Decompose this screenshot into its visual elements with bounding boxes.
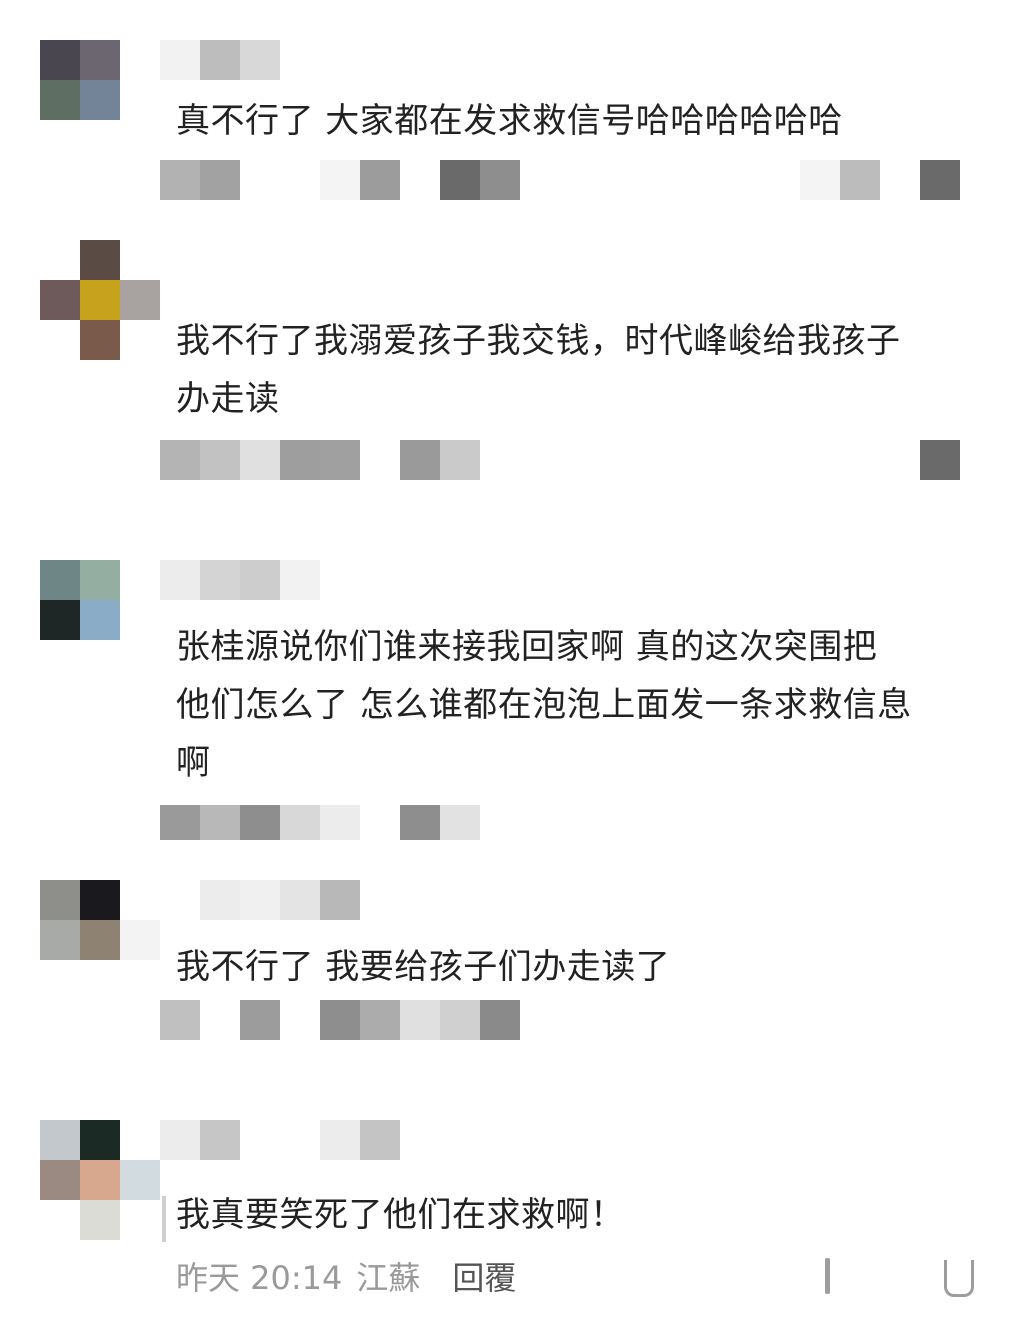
meta-pixel (240, 1000, 280, 1040)
meta-pixel (400, 1000, 440, 1040)
username-pixel (160, 40, 200, 80)
avatar-pixel (80, 320, 120, 360)
meta-pixel (480, 1000, 520, 1040)
avatar-pixel (80, 1200, 120, 1240)
avatar-pixel (120, 1160, 160, 1200)
username-pixel (160, 560, 200, 600)
username-pixel (320, 1120, 360, 1160)
username-pixel (280, 880, 320, 920)
meta-pixel (800, 160, 840, 200)
meta-pixel (440, 1000, 480, 1040)
avatar-pixel (40, 1160, 80, 1200)
username-pixel (240, 560, 280, 600)
avatar-pixel (40, 560, 80, 600)
comment-text: 我不行了我溺爱孩子我交钱，时代峰峻给我孩子 办走读 (176, 321, 901, 419)
avatar-pixel (80, 560, 120, 600)
meta-pixel (160, 805, 200, 840)
avatar-pixel (80, 1160, 120, 1200)
avatar-pixel (80, 920, 120, 960)
like-outline-icon[interactable] (940, 1256, 976, 1300)
meta-pixel (840, 160, 880, 200)
comment-text: 我不行了 我要给孩子们办走读了 (176, 947, 671, 987)
meta-pixel (400, 805, 440, 840)
username-pixel (160, 1120, 200, 1160)
avatar-pixel (80, 80, 120, 120)
avatar-pixel (80, 40, 120, 80)
avatar-pixel (40, 1120, 80, 1160)
avatar-pixel (40, 40, 80, 80)
meta-pixel (320, 160, 360, 200)
left-edge-mark (162, 1196, 166, 1242)
comment-time: 昨天 20:14 (176, 1259, 343, 1297)
meta-pixel (280, 440, 320, 480)
meta-pixel (160, 160, 200, 200)
comment-location: 江蘇 (356, 1259, 421, 1297)
meta-pixel (360, 160, 400, 200)
username-pixel (240, 40, 280, 80)
username-pixel (280, 560, 320, 600)
avatar-pixel (80, 600, 120, 640)
comment-text: 张桂源说你们谁来接我回家啊 真的这次突围把 他们怎么了 怎么谁都在泡泡上面发一条… (176, 627, 912, 783)
comment-text: 我真要笑死了他们在求救啊！ (176, 1195, 625, 1235)
meta-pixel (480, 160, 520, 200)
meta-pixel (160, 440, 200, 480)
meta-pixel (920, 160, 960, 200)
username-pixel (200, 1120, 240, 1160)
avatar-pixel (80, 1120, 120, 1160)
username-pixel (240, 880, 280, 920)
meta-pixel (320, 440, 360, 480)
username-pixel (200, 560, 240, 600)
username-pixel (320, 880, 360, 920)
meta-pixel (320, 805, 360, 840)
reply-button[interactable]: 回覆 (452, 1253, 516, 1299)
comment-text: 真不行了 大家都在发求救信号哈哈哈哈哈哈 (176, 101, 843, 141)
meta-pixel (440, 805, 480, 840)
avatar-pixel (40, 280, 80, 320)
avatar-pixel (120, 280, 160, 320)
avatar-pixel (40, 920, 80, 960)
meta-pixel (200, 440, 240, 480)
meta-pixel (400, 440, 440, 480)
avatar-pixel (120, 920, 160, 960)
meta-pixel (360, 1000, 400, 1040)
meta-pixel (320, 1000, 360, 1040)
meta-pixel (240, 440, 280, 480)
meta-pixel (160, 1000, 200, 1040)
comment-meta: 昨天 20:14 江蘇 回覆 (176, 1250, 530, 1302)
bookmark-outline-icon[interactable] (816, 1256, 840, 1300)
username-pixel (200, 880, 240, 920)
meta-pixel (440, 440, 480, 480)
avatar-pixel (80, 280, 120, 320)
username-pixel (200, 40, 240, 80)
avatar-pixel (40, 600, 80, 640)
avatar-pixel (40, 80, 80, 120)
avatar-pixel (80, 240, 120, 280)
meta-pixel (440, 160, 480, 200)
username-pixel (360, 1120, 400, 1160)
meta-pixel (200, 160, 240, 200)
meta-pixel (200, 805, 240, 840)
avatar-pixel (40, 880, 80, 920)
avatar-pixel (80, 880, 120, 920)
meta-pixel (280, 805, 320, 840)
meta-pixel (240, 805, 280, 840)
meta-pixel (920, 440, 960, 480)
